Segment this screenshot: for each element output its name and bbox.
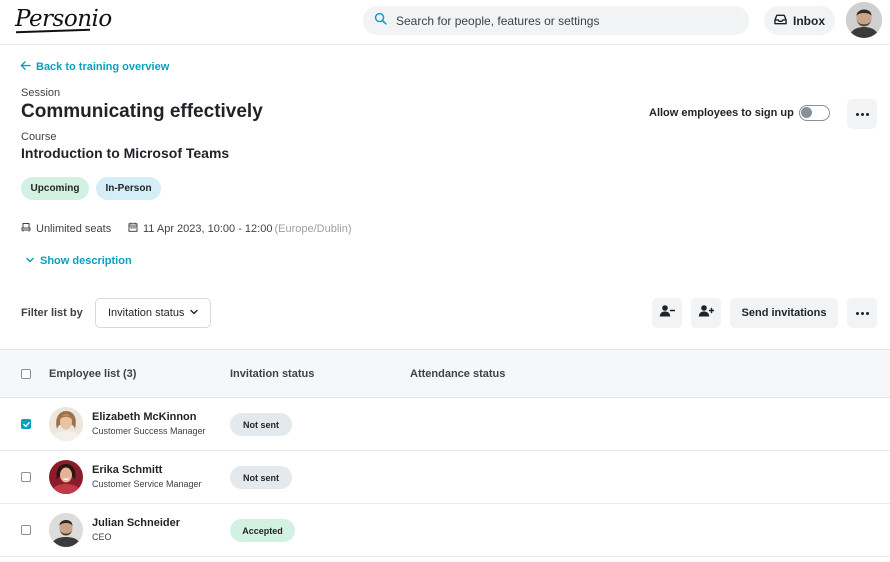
send-invitations-button[interactable]: Send invitations	[730, 298, 838, 328]
filter-select-value: Invitation status	[108, 307, 185, 319]
search-input[interactable]: Search for people, features or settings	[396, 14, 599, 28]
course-title: Introduction to Microsof Teams	[21, 145, 230, 161]
course-label: Course	[21, 131, 57, 143]
invitation-status-badge: Not sent	[230, 413, 292, 436]
personio-logo[interactable]: Personio	[15, 6, 112, 32]
filter-select[interactable]: Invitation status	[95, 298, 211, 328]
show-description-label: Show description	[40, 255, 132, 267]
row-checkbox[interactable]	[21, 472, 31, 482]
inbox-button[interactable]: Inbox	[764, 6, 835, 35]
back-to-training-overview-link[interactable]: Back to training overview	[20, 60, 169, 74]
avatar	[49, 407, 83, 441]
global-search[interactable]: Search for people, features or settings	[363, 6, 749, 35]
table-row[interactable]: Erika Schmitt Customer Service Manager N…	[0, 451, 890, 504]
chevron-down-icon	[26, 255, 40, 267]
filter-label: Filter list by	[21, 307, 83, 319]
seats-info: Unlimited seats	[21, 222, 111, 235]
column-header-employee-list[interactable]: Employee list (3)	[49, 368, 136, 380]
top-bar: Personio Search for people, features or …	[0, 0, 890, 45]
employee-name[interactable]: Elizabeth McKinnon	[92, 411, 197, 423]
employee-name[interactable]: Erika Schmitt	[92, 464, 162, 476]
seat-icon	[21, 222, 36, 235]
table-row[interactable]: Elizabeth McKinnon Customer Success Mana…	[0, 398, 890, 451]
timezone-text: (Europe/Dublin)	[274, 222, 352, 235]
avatar	[49, 460, 83, 494]
allow-signup-label: Allow employees to sign up	[649, 107, 794, 119]
arrow-left-icon	[20, 60, 36, 74]
column-header-attendance-status[interactable]: Attendance status	[410, 368, 505, 380]
show-description-toggle[interactable]: Show description	[26, 255, 132, 267]
session-more-button[interactable]	[847, 99, 877, 129]
status-badge-upcoming: Upcoming	[21, 177, 89, 200]
inbox-label: Inbox	[793, 13, 825, 28]
employee-name[interactable]: Julian Schneider	[92, 517, 180, 529]
select-all-checkbox[interactable]	[21, 369, 31, 379]
status-badge-in-person: In-Person	[96, 177, 161, 200]
datetime-info: 11 Apr 2023, 10:00 - 12:00 (Europe/Dubli…	[128, 222, 352, 235]
page-title: Communicating effectively	[21, 101, 263, 122]
calendar-icon	[128, 222, 143, 235]
employee-role: Customer Success Manager	[92, 426, 206, 436]
seats-text: Unlimited seats	[36, 222, 112, 235]
employee-role: Customer Service Manager	[92, 479, 202, 489]
back-link-label: Back to training overview	[36, 61, 170, 73]
user-avatar[interactable]	[846, 2, 882, 38]
invitation-status-badge: Accepted	[230, 519, 295, 542]
more-icon	[855, 311, 869, 315]
toggle-knob	[801, 107, 812, 118]
table-row[interactable]: Julian Schneider CEO Accepted	[0, 504, 890, 557]
datetime-text: 11 Apr 2023, 10:00 - 12:00	[143, 222, 273, 235]
avatar	[49, 513, 83, 547]
add-participant-button[interactable]	[691, 298, 721, 328]
table-header: Employee list (3) Invitation status Atte…	[0, 349, 890, 398]
add-user-icon	[698, 304, 715, 323]
remove-user-icon	[659, 304, 676, 323]
row-checkbox[interactable]	[21, 525, 31, 535]
inbox-icon	[774, 14, 793, 28]
list-more-button[interactable]	[847, 298, 877, 328]
remove-participant-button[interactable]	[652, 298, 682, 328]
check-icon	[23, 421, 30, 428]
chevron-down-icon	[184, 307, 199, 319]
allow-signup-toggle[interactable]	[799, 105, 830, 121]
column-header-invitation-status[interactable]: Invitation status	[230, 368, 314, 380]
row-checkbox[interactable]	[21, 419, 31, 429]
search-icon	[374, 12, 387, 30]
session-label: Session	[21, 87, 61, 99]
invitation-status-badge: Not sent	[230, 466, 292, 489]
employee-role: CEO	[92, 532, 112, 542]
more-icon	[855, 112, 869, 116]
